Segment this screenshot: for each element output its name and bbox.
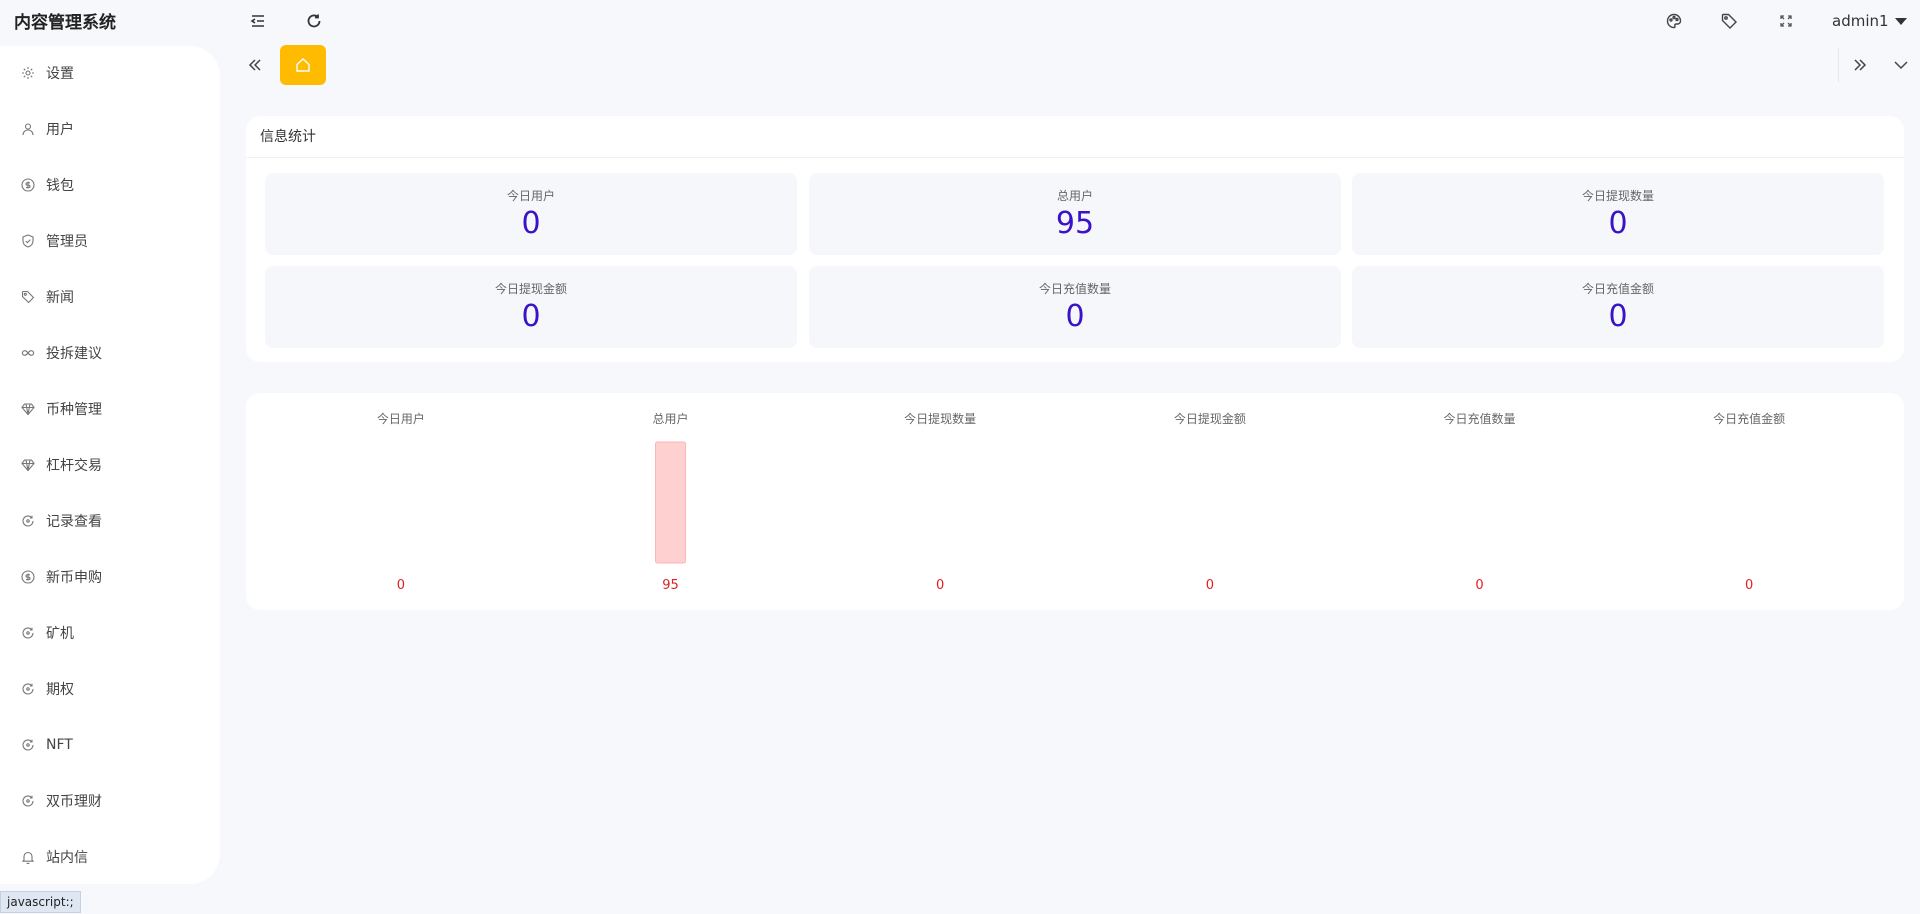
sidebar-item-wallet[interactable]: 钱包 [0,165,220,205]
sidebar-item-dual-currency[interactable]: 双币理财 [0,781,220,821]
stat-value: 0 [1065,299,1085,334]
user-menu[interactable]: admin1 [1832,10,1907,32]
chart-category-label: 今日提现数量 [904,411,976,426]
sidebar-item-label: 站内信 [46,850,88,866]
sidebar-item-label: 双币理财 [46,794,102,810]
chart-value-label: 95 [662,578,679,593]
tabs-menu-chevron-down-icon[interactable] [1886,50,1916,80]
stats-divider [246,157,1904,158]
sidebar-item-feedback[interactable]: 投拆建议 [0,333,220,373]
sidebar-item-settings[interactable]: 设置 [0,53,220,93]
stat-value: 95 [1055,206,1095,241]
stat-value: 0 [521,299,541,334]
tabs-divider [1838,48,1839,82]
home-icon [296,58,310,72]
sidebar-item-label: 矿机 [46,626,74,642]
chart-category-label: 总用户 [652,411,688,426]
tag-icon[interactable] [1716,8,1742,34]
sidebar-item-label: 用户 [46,122,74,138]
sidebar-item-label: 币种管理 [46,402,102,418]
sidebar: 设置 用户 钱包 管理员 新闻 投拆建议 币种管理 杠杆交易 记录查看 新币申购… [0,46,220,884]
chart-category-label: 今日充值数量 [1443,411,1515,426]
tabs-scroll-right-button[interactable] [1845,50,1875,80]
stat-value: 0 [1608,299,1628,334]
sidebar-item-options[interactable]: 期权 [0,669,220,709]
chart-bar [655,441,686,564]
stats-title: 信息统计 [260,129,316,145]
bell-icon [20,849,36,865]
sidebar-item-leverage-trading[interactable]: 杠杆交易 [0,445,220,485]
sidebar-item-label: 投拆建议 [46,346,102,362]
gear-icon [20,65,36,81]
stat-today-withdraw-amount: 今日提现金额 0 [265,266,797,348]
stat-label: 今日用户 [506,189,555,203]
cycle-icon [20,513,36,529]
sidebar-item-messages[interactable]: 站内信 [0,837,220,877]
sidebar-item-mining[interactable]: 矿机 [0,613,220,653]
user-icon [20,121,36,137]
stat-label: 今日提现金额 [494,282,567,296]
username: admin1 [1832,12,1889,30]
sidebar-item-label: 设置 [46,66,74,82]
app-title: 内容管理系统 [14,13,116,33]
sidebar-item-users[interactable]: 用户 [0,109,220,149]
sidebar-item-coin-management[interactable]: 币种管理 [0,389,220,429]
shield-check-icon [20,233,36,249]
tag-icon [20,289,36,305]
infinity-icon [20,345,36,361]
sidebar-item-admins[interactable]: 管理员 [0,221,220,261]
stat-label: 总用户 [1056,189,1093,203]
sidebar-item-label: 期权 [46,682,74,698]
stat-total-users: 总用户 95 [809,173,1341,255]
stat-label: 今日提现数量 [1581,189,1654,203]
chart-value-label: 0 [936,578,944,593]
chart-category-label: 今日用户 [377,411,425,426]
status-bar: javascript:; [0,891,81,913]
cycle-icon [20,625,36,641]
sidebar-item-label: 新闻 [46,290,74,306]
stat-today-users: 今日用户 0 [265,173,797,255]
tab-home[interactable] [280,45,326,85]
stat-value: 0 [1608,206,1628,241]
sidebar-item-records[interactable]: 记录查看 [0,501,220,541]
chart-value-label: 0 [1206,578,1214,593]
diamond-icon [20,401,36,417]
sidebar-item-nft[interactable]: NFT [0,725,220,765]
sidebar-item-new-coin-subscription[interactable]: 新币申购 [0,557,220,597]
chart-category-label: 今日充值金额 [1713,411,1785,426]
chart-value-label: 0 [1745,578,1753,593]
sidebar-item-label: 管理员 [46,234,88,250]
stat-today-deposit-count: 今日充值数量 0 [809,266,1341,348]
stat-label: 今日充值金额 [1581,282,1654,296]
chevron-down-icon [1894,17,1907,25]
diamond-icon [20,457,36,473]
sidebar-item-label: 钱包 [46,178,74,194]
stat-today-withdraw-count: 今日提现数量 0 [1352,173,1884,255]
sidebar-item-news[interactable]: 新闻 [0,277,220,317]
cycle-icon [20,681,36,697]
dollar-circle-icon [20,177,36,193]
stat-label: 今日充值数量 [1038,282,1111,296]
dollar-circle-icon [20,569,36,585]
cycle-icon [20,793,36,809]
stat-value: 0 [521,206,541,241]
palette-icon[interactable] [1661,8,1687,34]
refresh-icon[interactable] [301,8,327,34]
sidebar-item-label: NFT [46,737,73,753]
sidebar-item-label: 杠杆交易 [46,458,102,474]
chart-value-label: 0 [397,578,405,593]
tabs-scroll-left-button[interactable] [240,50,270,80]
stat-today-deposit-amount: 今日充值金额 0 [1352,266,1884,348]
stats-bar-chart: 今日用户 0 总用户 95 今日提现数量 0 今日提现金额 0 今日充值数量 0 今日充值金额 0 [377,411,1785,593]
menu-fold-icon[interactable] [245,8,271,34]
chart-value-label: 0 [1475,578,1483,593]
chart-category-label: 今日提现金额 [1174,411,1246,426]
sidebar-item-label: 记录查看 [46,514,102,530]
fullscreen-icon[interactable] [1773,8,1799,34]
sidebar-item-label: 新币申购 [46,570,102,586]
cycle-icon [20,737,36,753]
